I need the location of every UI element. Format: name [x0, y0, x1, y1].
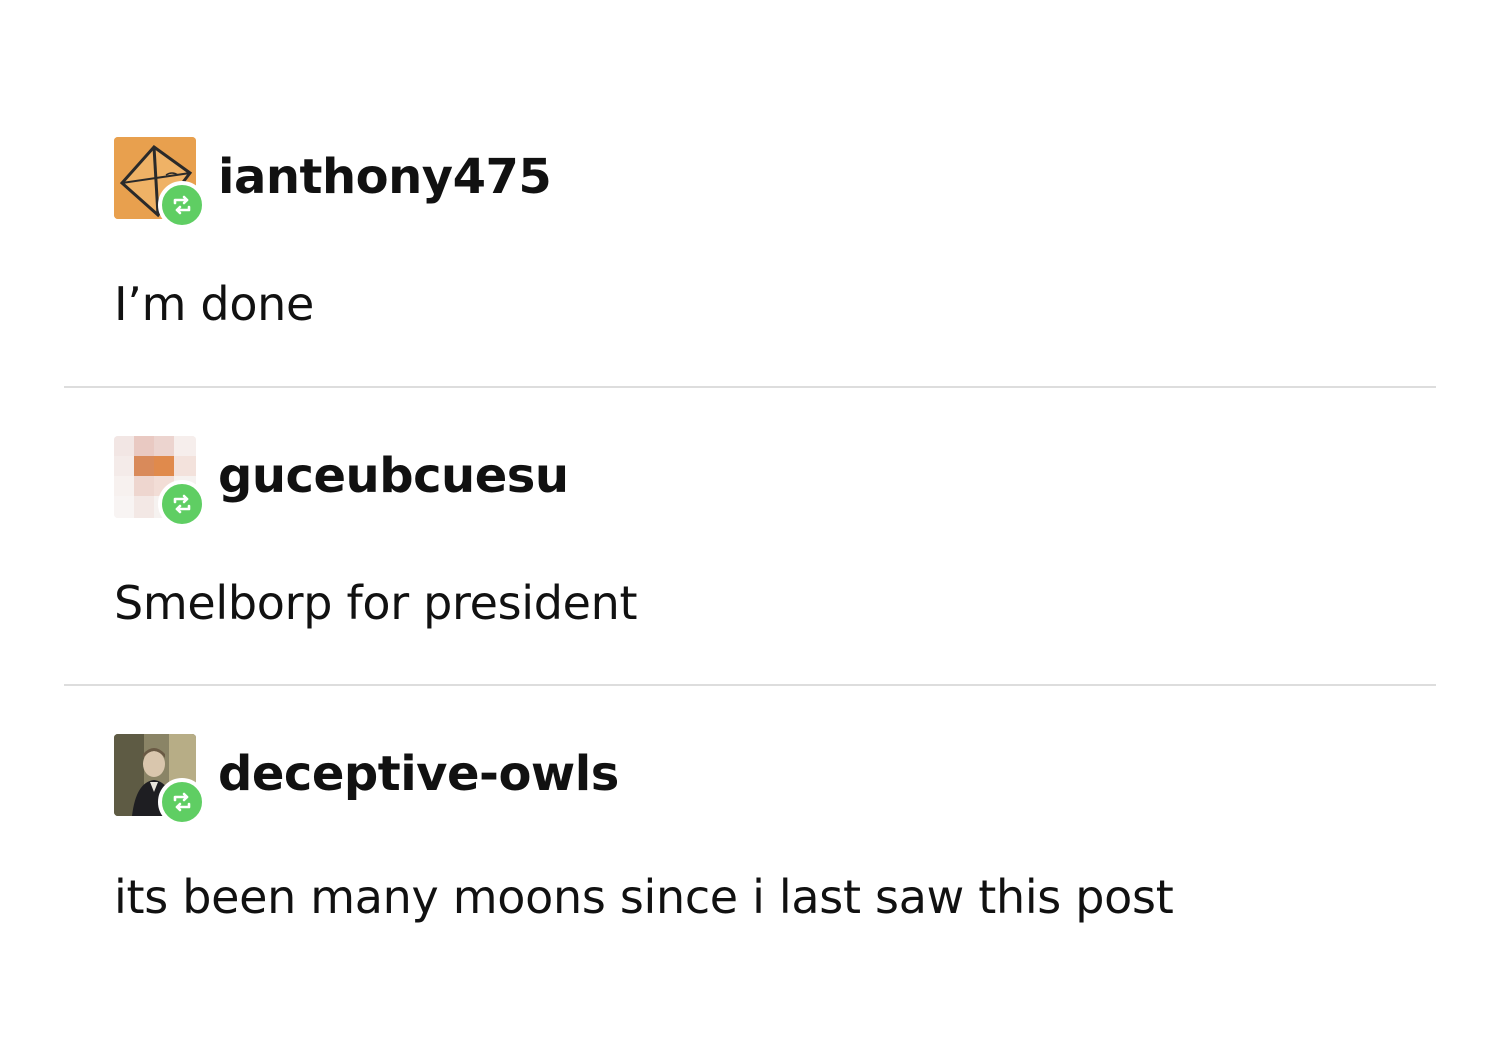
avatar-container[interactable] — [114, 137, 206, 229]
post-text: I’m done — [114, 277, 315, 331]
post-text: Smelborp for president — [114, 576, 638, 630]
username-link[interactable]: deceptive-owls — [218, 746, 619, 802]
reblog-icon — [173, 792, 191, 812]
reblog-badge — [158, 778, 206, 826]
divider — [64, 684, 1436, 686]
avatar-container[interactable] — [114, 734, 206, 826]
reblog-icon — [173, 494, 191, 514]
reblog-badge — [158, 480, 206, 528]
username-link[interactable]: guceubcuesu — [218, 448, 569, 504]
post-header: deceptive-owls — [114, 734, 619, 826]
post-header: ianthony475 — [114, 137, 552, 229]
avatar-container[interactable] — [114, 436, 206, 528]
username-link[interactable]: ianthony475 — [218, 149, 552, 205]
post-header: guceubcuesu — [114, 436, 569, 528]
reblog-icon — [173, 195, 191, 215]
post-text: its been many moons since i last saw thi… — [114, 870, 1174, 924]
divider — [64, 386, 1436, 388]
reblog-badge — [158, 181, 206, 229]
